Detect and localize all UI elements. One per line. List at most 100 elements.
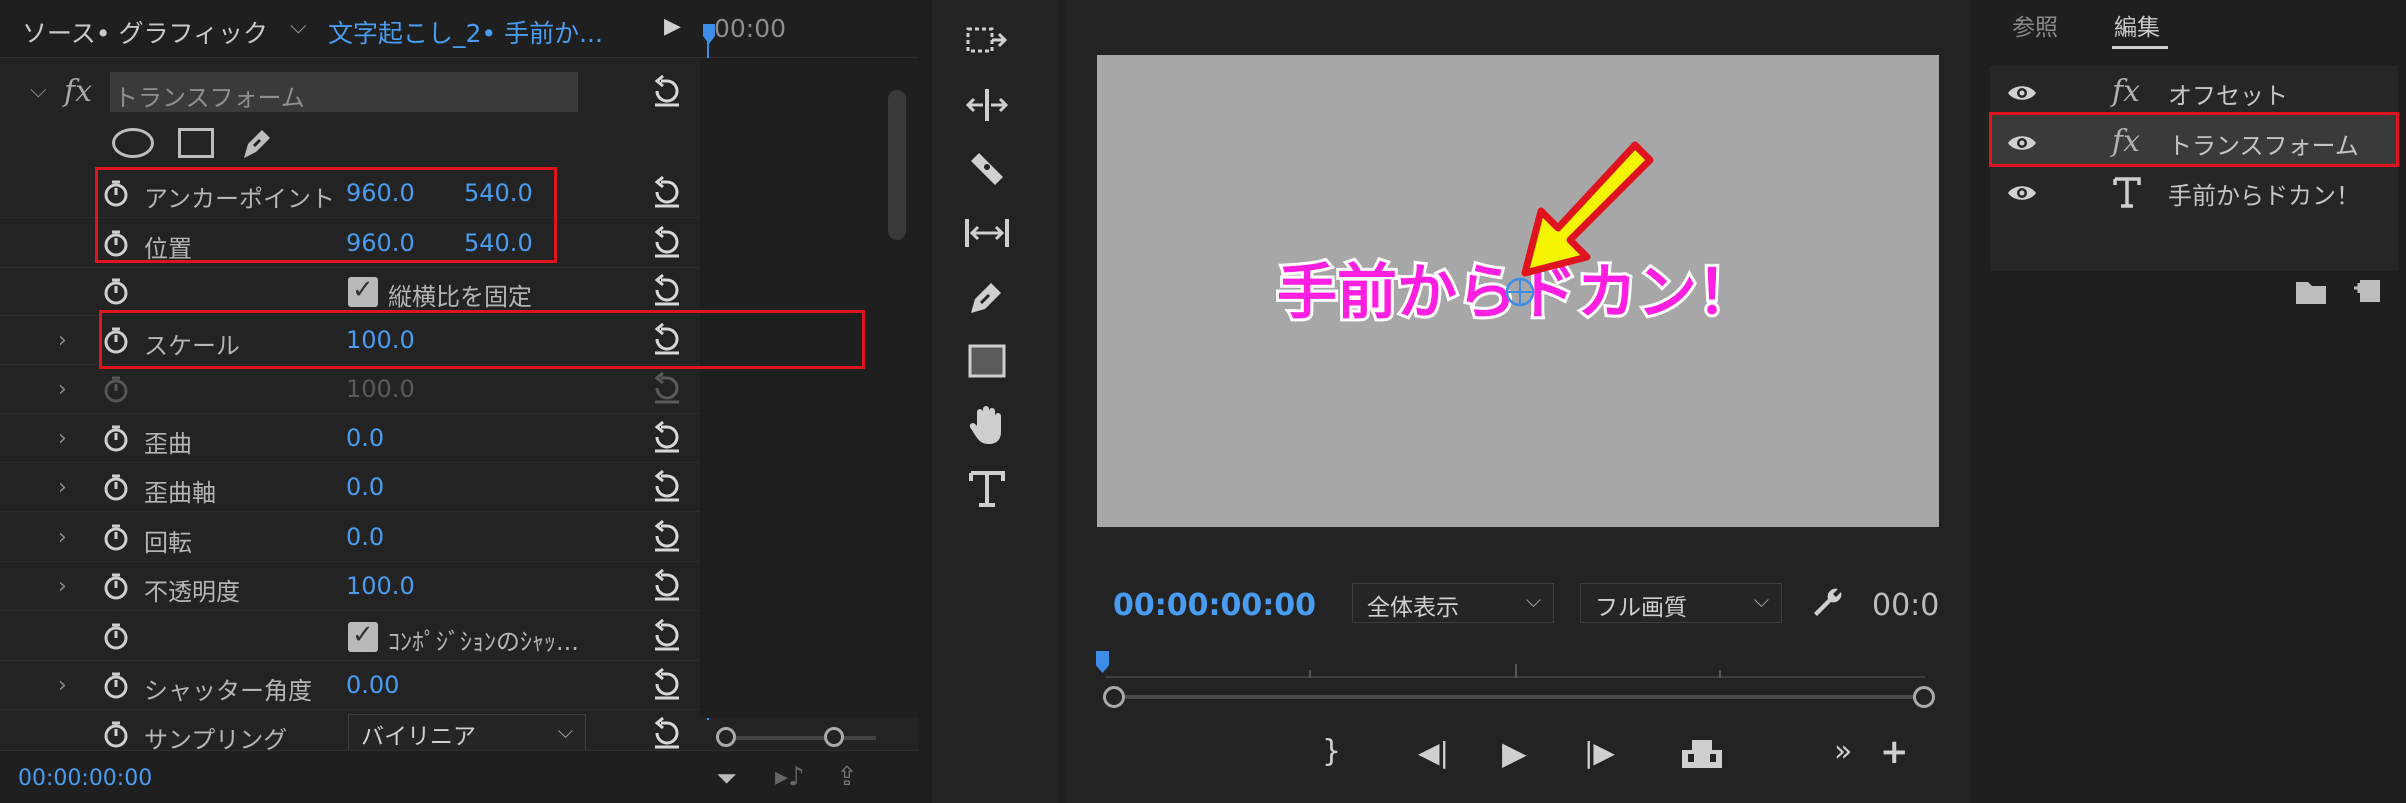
step-forward-icon[interactable]: |▶ bbox=[1584, 736, 1615, 769]
effect-controls-panel: ソース• グラフィック ⌵ 文字起こし_2• 手前か... ▶ 00:00 ⌵ … bbox=[0, 0, 918, 803]
expand-chevron-icon[interactable]: › bbox=[58, 574, 67, 599]
property-value[interactable]: 0.0 bbox=[346, 424, 384, 452]
pen-mask-icon[interactable] bbox=[238, 124, 276, 162]
tab-edit[interactable]: 編集 bbox=[2114, 8, 2160, 42]
new-group-icon[interactable] bbox=[2294, 278, 2328, 306]
type-tool-icon[interactable] bbox=[962, 466, 1012, 512]
highlight-transform-layer bbox=[1989, 112, 2399, 167]
reset-icon[interactable] bbox=[650, 175, 684, 209]
reset-icon[interactable] bbox=[650, 519, 684, 553]
reset-icon[interactable] bbox=[650, 273, 684, 307]
zoom-scrollbar[interactable] bbox=[716, 724, 876, 752]
new-layer-icon[interactable] bbox=[2352, 276, 2382, 306]
property-label: シャッター角度 bbox=[144, 677, 312, 705]
vertical-scrollbar[interactable] bbox=[888, 90, 906, 240]
export-frame-icon[interactable] bbox=[1680, 736, 1724, 770]
add-button-icon[interactable]: + bbox=[1880, 732, 1909, 772]
checkbox[interactable] bbox=[348, 620, 378, 652]
hand-tool-icon[interactable] bbox=[962, 402, 1012, 448]
reset-icon[interactable] bbox=[650, 469, 684, 503]
reset-icon[interactable] bbox=[650, 618, 684, 652]
chevron-down-icon: ⌵ bbox=[1525, 588, 1541, 612]
audio-only-icon[interactable]: ▸♪ bbox=[775, 762, 805, 792]
stopwatch-icon[interactable] bbox=[102, 473, 130, 501]
checkbox[interactable] bbox=[348, 275, 378, 307]
sampling-dropdown-value: バイリニア bbox=[361, 724, 476, 750]
property-value[interactable]: 0.00 bbox=[346, 671, 399, 699]
property-row: › 100.0 bbox=[0, 365, 700, 414]
title-overlay: 手前からドカン！ bbox=[1274, 255, 1760, 331]
text-layer-icon bbox=[2113, 177, 2141, 208]
zoom-dropdown-value: 全体表示 bbox=[1367, 595, 1459, 621]
stopwatch-icon[interactable] bbox=[102, 424, 130, 452]
fx-icon[interactable]: fx bbox=[64, 74, 92, 109]
scrubber-ruler[interactable] bbox=[1105, 650, 1925, 680]
eye-icon[interactable] bbox=[2006, 82, 2038, 104]
slip-icon[interactable] bbox=[962, 210, 1012, 256]
reset-icon[interactable] bbox=[650, 371, 684, 405]
sampling-dropdown[interactable]: バイリニア ⌵ bbox=[348, 714, 586, 752]
expand-chevron-icon[interactable]: › bbox=[58, 328, 67, 353]
reset-icon[interactable] bbox=[650, 420, 684, 454]
expand-chevron-icon[interactable]: › bbox=[58, 525, 67, 550]
track-select-icon[interactable] bbox=[962, 18, 1012, 64]
stopwatch-icon[interactable] bbox=[102, 720, 130, 748]
stopwatch-icon[interactable] bbox=[102, 622, 130, 650]
zoom-dropdown[interactable]: 全体表示 ⌵ bbox=[1352, 583, 1554, 623]
wrench-icon[interactable] bbox=[1810, 583, 1846, 619]
quality-dropdown[interactable]: フル画質 ⌵ bbox=[1580, 583, 1782, 623]
program-timecode[interactable]: 00:00:00:00 bbox=[1113, 588, 1316, 623]
clip-dropdown-chevron-icon[interactable]: ⌵ bbox=[290, 14, 307, 39]
expand-chevron-icon[interactable]: › bbox=[58, 377, 67, 402]
highlight-anchor-position bbox=[95, 167, 557, 263]
step-back-icon[interactable]: ◀| bbox=[1418, 736, 1449, 769]
expand-chevron-icon[interactable]: › bbox=[58, 475, 67, 500]
property-value[interactable]: 0.0 bbox=[346, 473, 384, 501]
expand-chevron-icon[interactable]: › bbox=[58, 426, 67, 451]
property-row: 縦横比を固定 bbox=[0, 267, 700, 316]
clip-name[interactable]: 文字起こし_2• 手前か... bbox=[328, 14, 603, 50]
fx-icon: fx bbox=[2112, 74, 2141, 109]
property-value[interactable]: 0.0 bbox=[346, 523, 384, 551]
expand-chevron-icon[interactable]: › bbox=[58, 673, 67, 698]
effect-expand-chevron-icon[interactable]: ⌵ bbox=[30, 78, 47, 103]
property-row: ｺﾝﾎﾟｼﾞｼｮﾝのｼｬｯ... bbox=[0, 612, 700, 661]
play-triangle-icon[interactable]: ▶ bbox=[664, 14, 681, 39]
zoom-bar[interactable] bbox=[1103, 686, 1935, 708]
reset-icon[interactable] bbox=[650, 667, 684, 701]
rectangle-tool-icon[interactable] bbox=[962, 338, 1012, 384]
layer-label[interactable]: オフセット bbox=[2168, 76, 2288, 111]
tab-edit-underline bbox=[2112, 46, 2168, 49]
stopwatch-icon[interactable] bbox=[102, 523, 130, 551]
property-label: 不透明度 bbox=[144, 578, 240, 606]
filter-icon[interactable]: ⏷ bbox=[716, 764, 737, 795]
eye-icon[interactable] bbox=[2006, 182, 2038, 204]
play-button-icon[interactable]: ▶ bbox=[1502, 734, 1527, 772]
footer-timecode[interactable]: 00:00:00:00 bbox=[18, 766, 152, 791]
stopwatch-icon[interactable] bbox=[102, 671, 130, 699]
more-controls-icon[interactable]: » bbox=[1834, 734, 1852, 769]
layer-label[interactable]: 手前からドカン！ bbox=[2168, 176, 2360, 211]
reset-icon[interactable] bbox=[650, 74, 684, 108]
rectangle-mask-icon[interactable] bbox=[178, 128, 214, 158]
stopwatch-icon[interactable] bbox=[102, 572, 130, 600]
chevron-down-icon: ⌵ bbox=[557, 719, 573, 743]
pen-tool-icon[interactable] bbox=[962, 274, 1012, 320]
ellipse-mask-icon[interactable] bbox=[112, 128, 154, 158]
stopwatch-icon[interactable] bbox=[102, 375, 130, 403]
ripple-edit-icon[interactable] bbox=[962, 82, 1012, 128]
mark-out-icon[interactable]: } bbox=[1322, 734, 1341, 769]
tab-browse[interactable]: 参照 bbox=[2012, 8, 2058, 42]
property-label: 回転 bbox=[144, 529, 192, 557]
stopwatch-icon[interactable] bbox=[102, 277, 130, 305]
source-tab-title[interactable]: ソース• グラフィック bbox=[22, 14, 268, 50]
property-value[interactable]: 100.0 bbox=[346, 375, 415, 403]
quality-dropdown-value: フル画質 bbox=[1595, 595, 1687, 621]
reset-icon[interactable] bbox=[650, 225, 684, 259]
property-row: › 歪曲軸 0.0 bbox=[0, 463, 700, 512]
razor-icon[interactable] bbox=[962, 146, 1012, 192]
property-value[interactable]: 100.0 bbox=[346, 572, 415, 600]
export-icon[interactable]: ⇪ bbox=[836, 762, 858, 792]
reset-icon[interactable] bbox=[650, 568, 684, 602]
reset-icon[interactable] bbox=[650, 716, 684, 750]
